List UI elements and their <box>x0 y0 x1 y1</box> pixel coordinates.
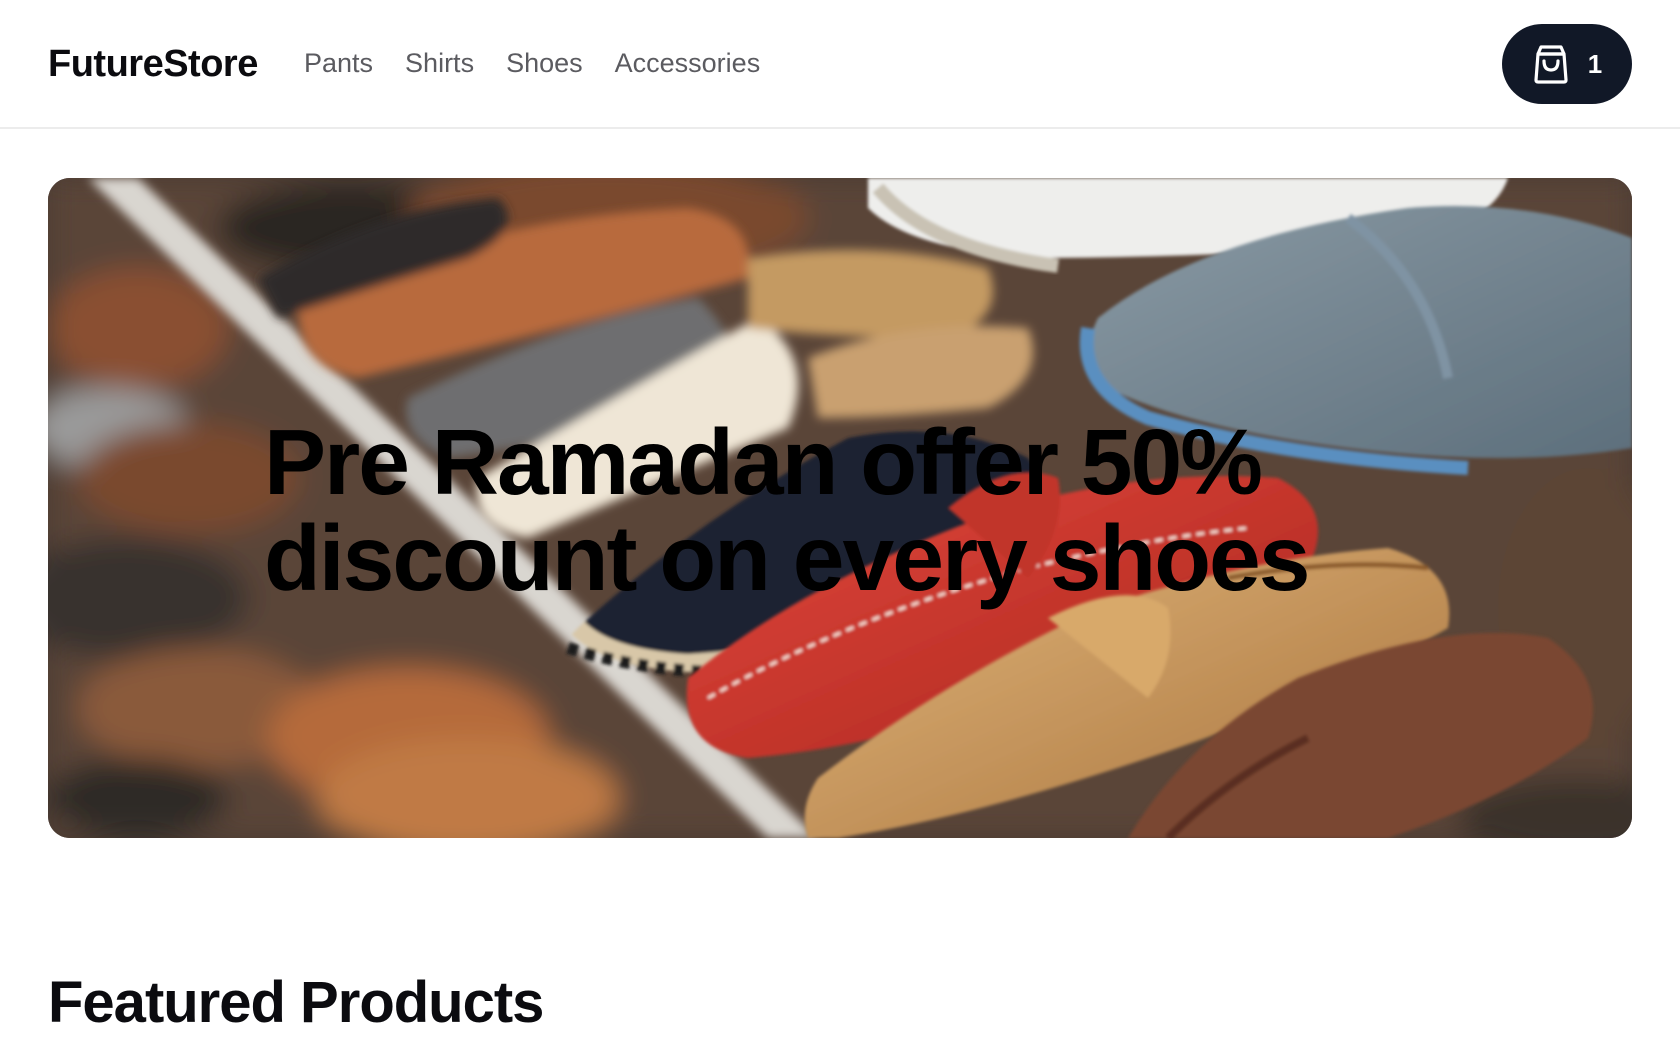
store-logo[interactable]: FutureStore <box>48 40 258 88</box>
hero-banner[interactable]: Pre Ramadan offer 50% discount on every … <box>48 178 1632 838</box>
site-header: FutureStore Pants Shirts Shoes Accessori… <box>0 0 1680 129</box>
nav-link-pants[interactable]: Pants <box>304 44 373 82</box>
nav-link-shirts[interactable]: Shirts <box>405 44 474 82</box>
cart-button[interactable]: 1 <box>1502 24 1632 104</box>
nav-link-shoes[interactable]: Shoes <box>506 44 583 82</box>
main-nav: Pants Shirts Shoes Accessories <box>304 44 792 82</box>
nav-link-accessories[interactable]: Accessories <box>615 44 761 82</box>
shopping-bag-icon <box>1532 44 1570 84</box>
featured-products-heading: Featured Products <box>48 970 544 1035</box>
hero-title: Pre Ramadan offer 50% discount on every … <box>264 410 1310 610</box>
cart-count-badge: 1 <box>1587 49 1603 79</box>
